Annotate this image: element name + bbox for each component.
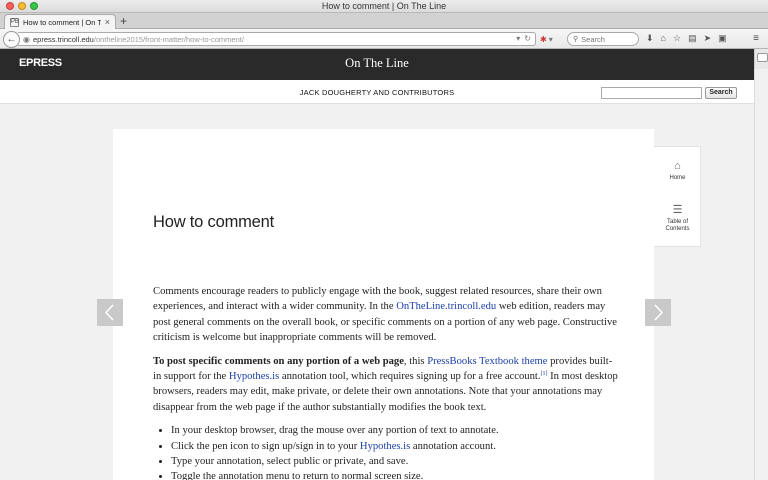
sidenav-table-of-contents[interactable]: ☰ Table of Contents: [654, 205, 701, 233]
sidenav-home-label: Home: [669, 175, 686, 181]
pocket-icon[interactable]: ▣: [718, 33, 727, 44]
book-title[interactable]: On The Line: [0, 56, 754, 71]
book-subheader: JACK DOUGHERTY AND CONTRIBUTORS Search: [0, 80, 754, 104]
home-icon[interactable]: ⌂: [661, 33, 666, 44]
list-item: In your desktop browser, drag the mouse …: [171, 423, 619, 438]
next-page-button[interactable]: [645, 299, 671, 326]
addon-icon[interactable]: ✱ ▾: [540, 33, 562, 45]
list-item: Click the pen icon to sign up/sign in to…: [171, 439, 619, 454]
window-title: How to comment | On The Line: [321, 1, 447, 11]
chapter-body: Comments encourage readers to publicly e…: [153, 284, 619, 480]
hypothesis-link[interactable]: Hypothes.is: [360, 441, 410, 452]
reload-icon[interactable]: ↻: [524, 34, 531, 43]
search-icon: ⚲: [573, 36, 579, 43]
chapter-title: How to comment: [153, 213, 274, 231]
list-item: Toggle the annotation menu to return to …: [171, 469, 619, 480]
navigation-toolbar: ◉ epress.trincoll.edu/ontheline2015/fron…: [0, 29, 768, 49]
site-header: EPRESS On The Line: [0, 49, 754, 80]
tab-strip: PB How to comment | On The... × +: [0, 13, 768, 29]
dropdown-arrow-icon[interactable]: ▾: [516, 34, 520, 43]
hypothesis-link[interactable]: Hypothes.is: [229, 371, 279, 382]
hamburger-menu-icon[interactable]: ≡: [748, 32, 764, 46]
tab-close-icon[interactable]: ×: [105, 17, 110, 27]
tab-title: How to comment | On The...: [23, 17, 101, 27]
sidenav-home[interactable]: ⌂ Home: [654, 161, 701, 182]
ontheline-link[interactable]: OnTheLine.trincoll.edu: [396, 301, 496, 312]
hypothesis-sidebar-toggle-icon[interactable]: [754, 49, 768, 69]
pressbooks-favicon-icon: PB: [10, 17, 20, 27]
chevron-right-icon: [654, 304, 664, 321]
browser-tab[interactable]: PB How to comment | On The... ×: [4, 14, 116, 29]
send-icon[interactable]: ➤: [704, 33, 712, 44]
previous-page-button[interactable]: [97, 299, 123, 326]
list-item: Type your annotation, select public or p…: [171, 454, 619, 469]
sidenav-toc-label-line1: Table of: [666, 219, 688, 225]
instructions-list: In your desktop browser, drag the mouse …: [171, 423, 619, 480]
home-icon: ⌂: [674, 160, 681, 172]
annotation-paragraph: To post specific comments on any portion…: [153, 355, 618, 413]
toolbar-icons: ⬇ ⌂ ☆ ▤ ➤ ▣: [646, 33, 727, 44]
site-search-button[interactable]: Search: [705, 87, 737, 99]
bookmarks-menu-icon[interactable]: ▤: [688, 33, 697, 44]
window-titlebar: How to comment | On The Line: [0, 0, 768, 13]
pressbooks-theme-link[interactable]: PressBooks Textbook theme: [427, 356, 547, 367]
list-icon: ☰: [672, 204, 683, 216]
browser-search-input[interactable]: [581, 34, 632, 44]
url-bar[interactable]: ◉ epress.trincoll.edu/ontheline2015/fron…: [18, 32, 536, 46]
bookmark-star-icon[interactable]: ☆: [673, 33, 681, 44]
globe-icon: ◉: [23, 34, 30, 44]
browser-search-box[interactable]: ⚲: [567, 32, 639, 46]
new-tab-button[interactable]: +: [120, 14, 127, 28]
sidenav-toc-label-line2: Contents: [665, 226, 690, 232]
back-button[interactable]: ←: [3, 31, 20, 48]
side-navigation: ⌂ Home ☰ Table of Contents: [654, 146, 701, 247]
chevron-left-icon: [104, 304, 114, 321]
download-icon[interactable]: ⬇: [646, 33, 654, 44]
intro-paragraph: Comments encourage readers to publicly e…: [153, 286, 617, 344]
page-scrollbar[interactable]: [754, 69, 768, 480]
url-text: epress.trincoll.edu/ontheline2015/front-…: [32, 34, 244, 44]
site-search-input[interactable]: [601, 87, 702, 99]
